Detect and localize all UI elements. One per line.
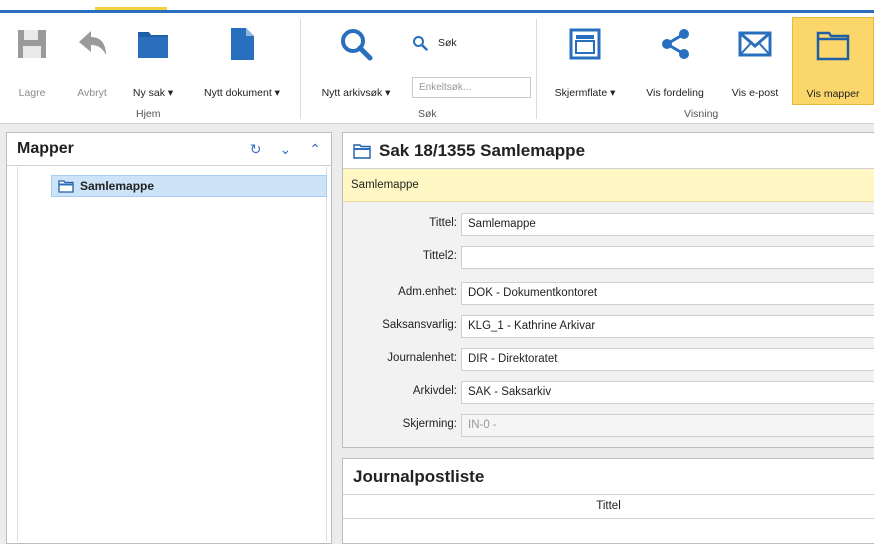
group-label-search: Søk bbox=[418, 108, 437, 120]
case-owner-field[interactable]: KLG_1 - Kathrine Arkivar bbox=[461, 315, 874, 338]
folder-tree-item-label: Samlemappe bbox=[80, 179, 155, 193]
quick-search-button[interactable]: Søk bbox=[412, 35, 457, 51]
title-field[interactable]: Samlemappe bbox=[461, 213, 874, 236]
field-label: Arkivdel: bbox=[412, 385, 457, 397]
collapse-all-icon[interactable]: ⌃ bbox=[309, 141, 321, 158]
journal-list-header: Journalpostliste bbox=[343, 459, 874, 495]
journal-list-title: Journalpostliste bbox=[353, 466, 485, 486]
save-button[interactable]: Lagre bbox=[14, 21, 50, 103]
journal-list-panel: Journalpostliste Tittel bbox=[342, 458, 874, 544]
field-row-case-owner: Saksansvarlig: KLG_1 - Kathrine Arkivar bbox=[343, 315, 874, 338]
case-title: Sak 18/1355 Samlemappe bbox=[379, 140, 586, 160]
cancel-label: Avbryt bbox=[77, 87, 107, 99]
new-document-button[interactable]: Nytt dokument ▾ bbox=[190, 21, 294, 103]
field-row-screening: Skjerming: IN-0 - bbox=[343, 414, 874, 437]
group-label-view: Visning bbox=[684, 108, 719, 120]
screening-field[interactable]: IN-0 - bbox=[461, 414, 874, 437]
share-icon bbox=[658, 21, 692, 67]
case-panel: Sak 18/1355 Samlemappe Samlemappe Tittel… bbox=[342, 132, 874, 448]
cancel-button[interactable]: Avbryt bbox=[70, 21, 114, 103]
ribbon: Lagre Avbryt Ny sak ▾ Nytt dokument ▾ Hj… bbox=[0, 13, 874, 124]
field-row-archive-part: Arkivdel: SAK - Saksarkiv bbox=[343, 381, 874, 404]
folder-outline-icon bbox=[815, 22, 851, 68]
title2-field[interactable] bbox=[461, 246, 874, 269]
field-label: Tittel: bbox=[429, 217, 457, 229]
single-search-input[interactable]: Enkeltsøk... bbox=[412, 77, 531, 98]
save-icon bbox=[15, 21, 49, 67]
screen-area-label: Skjermflate ▾ bbox=[554, 87, 616, 99]
folder-icon bbox=[353, 143, 371, 159]
mail-icon bbox=[738, 21, 772, 67]
search-icon-small bbox=[413, 36, 428, 51]
group-label-home: Hjem bbox=[136, 108, 161, 120]
journal-unit-field[interactable]: DIR - Direktoratet bbox=[461, 348, 874, 371]
new-case-button[interactable]: Ny sak ▾ bbox=[124, 21, 182, 103]
new-archive-search-label: Nytt arkivsøk ▾ bbox=[321, 87, 391, 99]
show-email-label: Vis e-post bbox=[731, 87, 779, 99]
folder-tree-item[interactable]: Samlemappe bbox=[51, 175, 327, 197]
undo-icon bbox=[75, 21, 109, 67]
folder-icon bbox=[135, 21, 171, 67]
document-icon bbox=[227, 21, 257, 67]
folder-tree: Samlemappe bbox=[17, 167, 327, 541]
new-archive-search-button[interactable]: Nytt arkivsøk ▾ bbox=[306, 21, 406, 103]
field-label: Adm.enhet: bbox=[398, 286, 457, 298]
adm-unit-field[interactable]: DOK - Dokumentkontoret bbox=[461, 282, 874, 305]
field-row-title: Tittel: Samlemappe bbox=[343, 213, 874, 236]
folders-panel-header: Mapper ↻ ⌄ ⌃ bbox=[7, 133, 331, 166]
field-row-title2: Tittel2: bbox=[343, 246, 874, 269]
group-separator bbox=[300, 19, 301, 119]
refresh-icon[interactable]: ↻ bbox=[250, 141, 262, 158]
field-label: Journalenhet: bbox=[387, 352, 457, 364]
expand-all-icon[interactable]: ⌄ bbox=[280, 141, 292, 158]
column-header-title[interactable]: Tittel bbox=[343, 495, 874, 519]
show-folders-button[interactable]: Vis mapper bbox=[792, 17, 874, 105]
case-panel-header: Sak 18/1355 Samlemappe bbox=[343, 133, 874, 169]
show-distribution-button[interactable]: Vis fordeling bbox=[632, 21, 718, 103]
folders-panel: Mapper ↻ ⌄ ⌃ Samlemappe bbox=[6, 132, 332, 544]
case-banner: Samlemappe bbox=[343, 169, 874, 202]
show-distribution-label: Vis fordeling bbox=[646, 87, 704, 99]
field-label: Tittel2: bbox=[422, 250, 457, 262]
window-top-strip bbox=[0, 0, 874, 14]
archive-part-field[interactable]: SAK - Saksarkiv bbox=[461, 381, 874, 404]
screen-area-button[interactable]: Skjermflate ▾ bbox=[542, 21, 628, 103]
field-label: Saksansvarlig: bbox=[382, 319, 457, 331]
new-case-label: Ny sak ▾ bbox=[132, 87, 174, 99]
folder-icon bbox=[58, 180, 74, 193]
field-row-journal-unit: Journalenhet: DIR - Direktoratet bbox=[343, 348, 874, 371]
quick-search-label: Søk bbox=[438, 37, 457, 49]
new-document-label: Nytt dokument ▾ bbox=[204, 87, 280, 99]
layout-icon bbox=[568, 21, 602, 67]
show-email-button[interactable]: Vis e-post bbox=[722, 21, 788, 103]
folders-panel-title: Mapper bbox=[17, 140, 74, 157]
field-label: Skjerming: bbox=[402, 418, 457, 430]
search-icon bbox=[338, 21, 374, 67]
show-folders-label: Vis mapper bbox=[806, 88, 860, 100]
group-separator bbox=[536, 19, 537, 119]
field-row-adm-unit: Adm.enhet: DOK - Dokumentkontoret bbox=[343, 282, 874, 305]
save-label: Lagre bbox=[18, 87, 46, 99]
